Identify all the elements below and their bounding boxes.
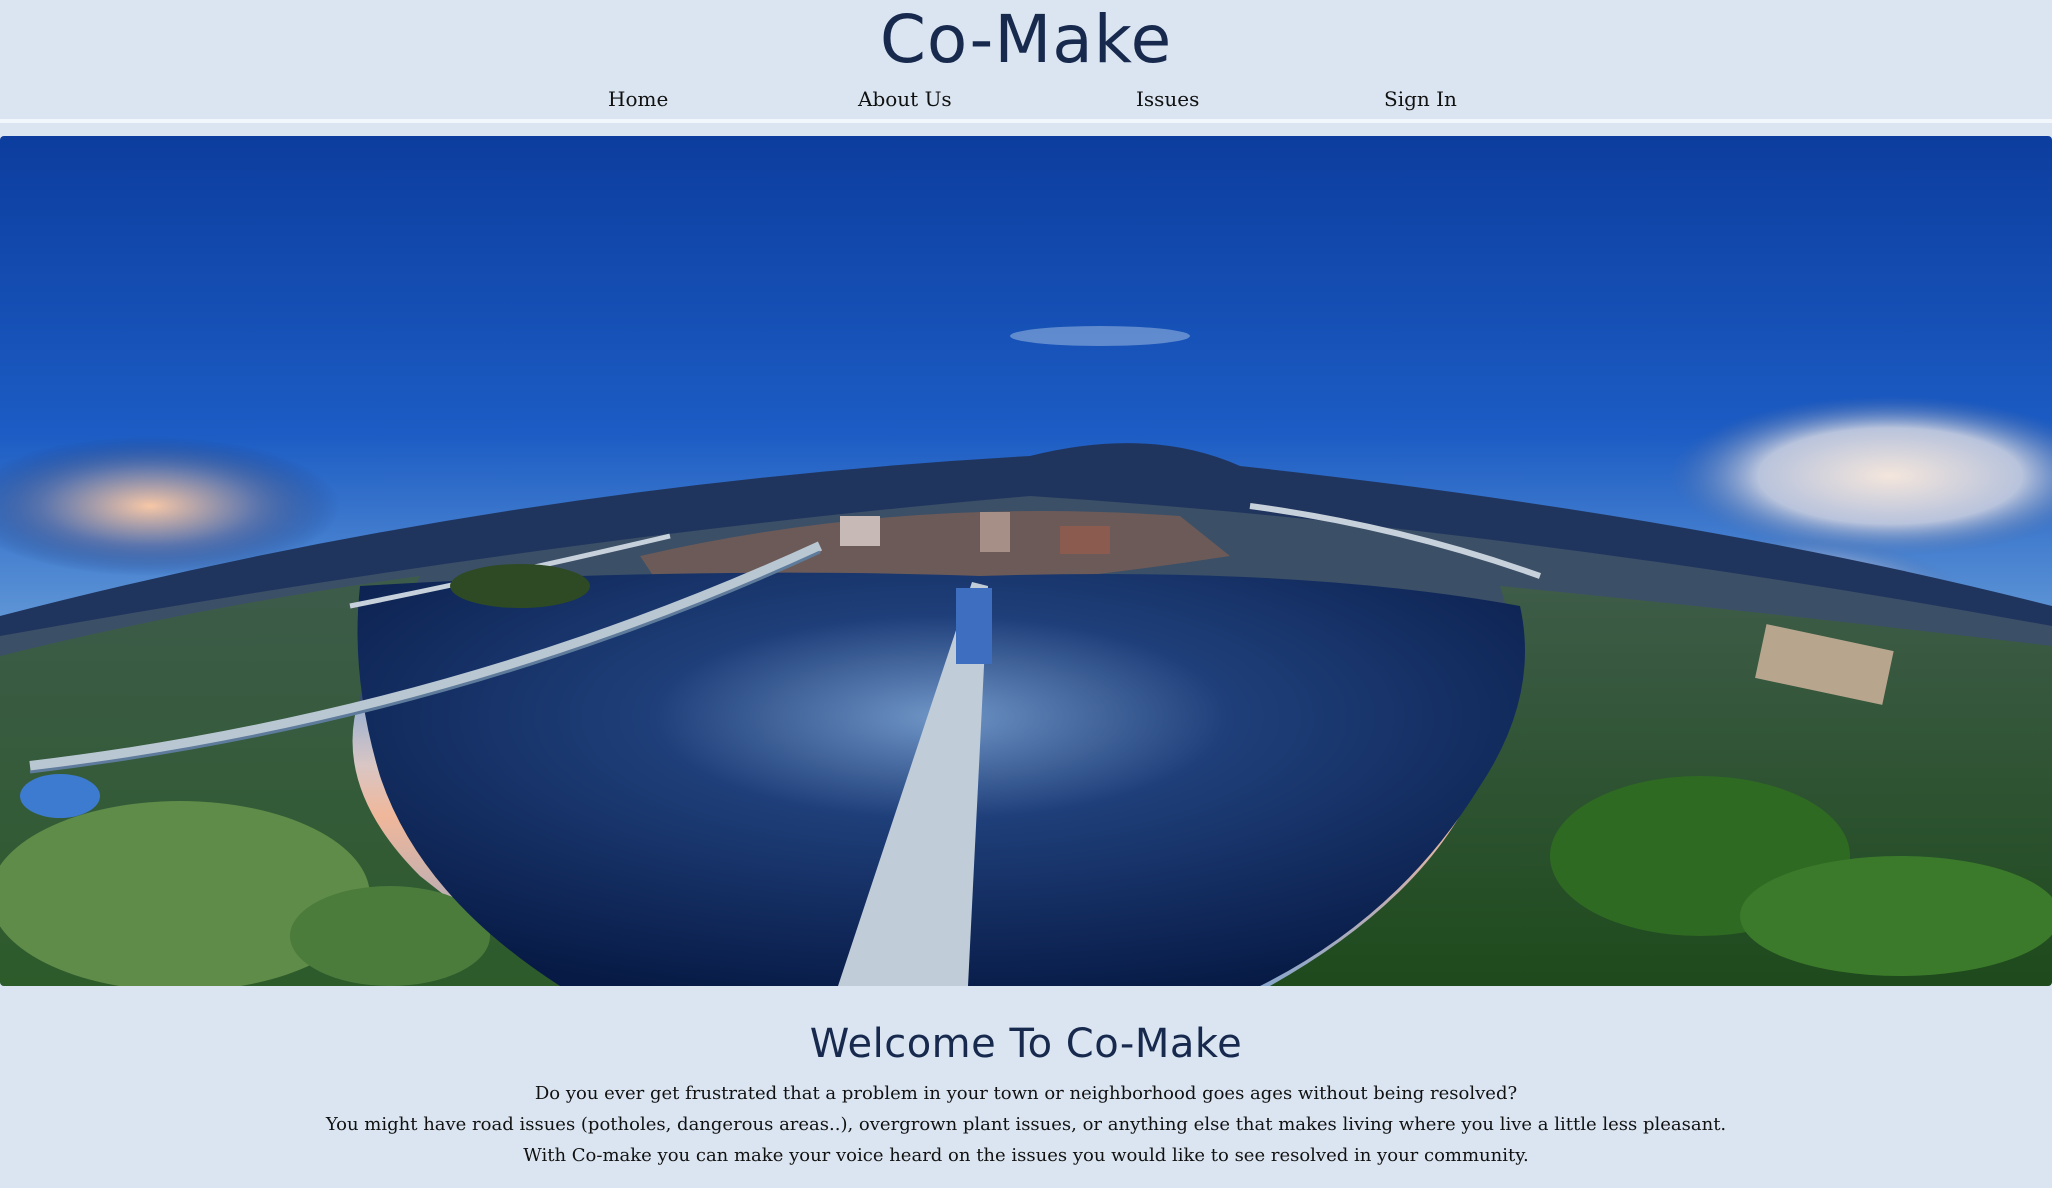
header-divider [0,119,2052,123]
brand-title: Co-Make [879,1,1173,78]
nav-home-link[interactable]: Home [608,84,668,114]
site-header: Co-Make Home About Us Issues Sign In [0,0,2052,123]
nav-about-us-link[interactable]: About Us [858,84,952,114]
hero-panorama-image [0,136,2052,986]
nav-sign-in-link[interactable]: Sign In [1384,84,1457,114]
nav-issues-link[interactable]: Issues [1136,84,1199,114]
main-nav: Home About Us Issues Sign In [0,84,2052,114]
welcome-paragraph-3: With Co-make you can make your voice hea… [523,1145,1529,1166]
welcome-paragraph-1: Do you ever get frustrated that a proble… [534,1083,1518,1104]
welcome-paragraph-2: You might have road issues (potholes, da… [325,1114,1727,1135]
city-river-panorama [0,136,2052,986]
welcome-section: Welcome To Co-Make Do you ever get frust… [0,1010,2052,1171]
welcome-title: Welcome To Co-Make [809,1021,1243,1067]
